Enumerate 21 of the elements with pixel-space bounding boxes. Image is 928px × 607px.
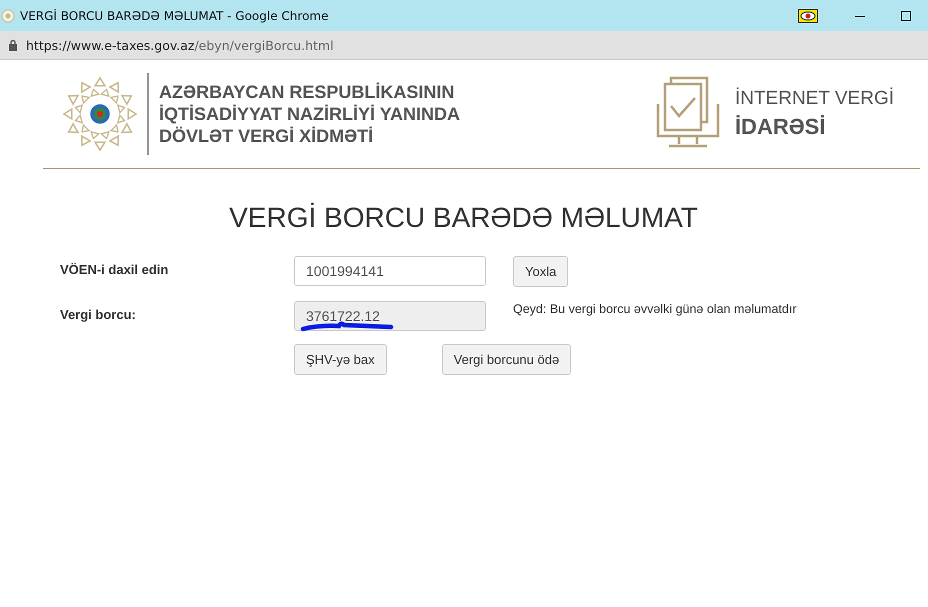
service-name: İDARƏSİ — [734, 114, 826, 140]
window-title: VERGİ BORCU BARƏDƏ MƏLUMAT - Google Chrome — [20, 8, 328, 22]
maximize-icon[interactable] — [900, 10, 912, 22]
action-button[interactable]: ŞHV-yə bax — [294, 344, 387, 375]
check-button[interactable]: Yoxla — [513, 256, 568, 287]
service-name: İNTERNET VERGİ — [734, 88, 894, 110]
organization-name: AZƏRBAYCAN RESPUBLİKASININ — [159, 81, 456, 103]
field-label: VÖEN-i daxil edin — [60, 261, 170, 277]
field-label: Vergi borcu: — [60, 306, 137, 322]
debt-field[interactable]: 3761722.12 — [294, 301, 486, 331]
action-button[interactable]: Vergi borcunu ödə — [442, 344, 572, 375]
voen-field[interactable]: 1001994141 — [294, 256, 486, 286]
organization-name: DÖVLƏT VERGİ XİDMƏTİ — [159, 125, 374, 147]
lock-icon — [8, 39, 18, 51]
address-bar[interactable]: https://www.e-taxes.gov.az/ebyn/vergiBorcu.html — [0, 31, 928, 60]
organization-name: İQTİSADİYYAT NAZİRLİYİ YANINDA — [159, 103, 460, 125]
note-text: Qeyd: Bu vergi borcu əvvəlki günə olan məlumatdır — [513, 301, 796, 316]
page-heading: VERGİ BORCU BARƏDƏ MƏLUMAT — [228, 202, 699, 234]
url-text: https://www.e-taxes.gov.az/ebyn/vergiBorcu.html — [26, 38, 334, 52]
eye-icon[interactable] — [798, 8, 818, 22]
emblem-icon — [1, 8, 15, 22]
